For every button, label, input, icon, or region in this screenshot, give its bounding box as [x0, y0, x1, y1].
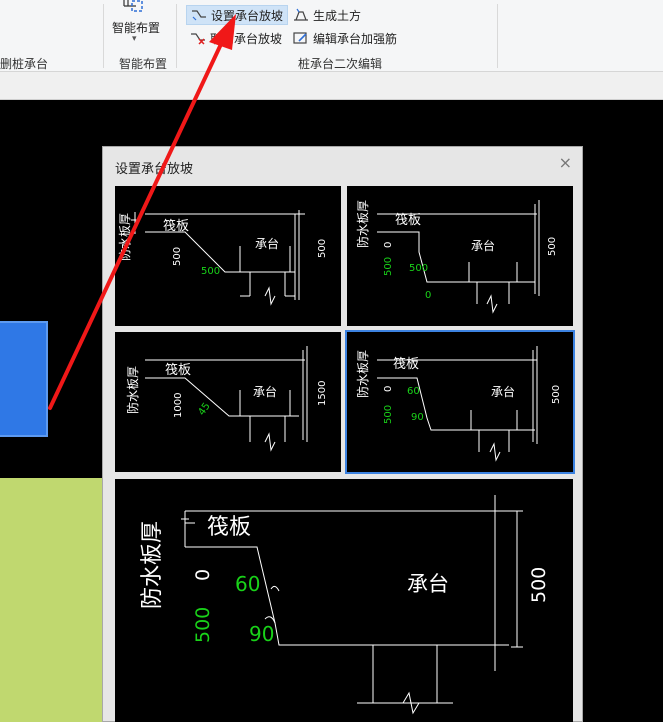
waterproof-label: 防水板厚	[117, 213, 132, 261]
cap-label: 承台	[491, 384, 515, 399]
cap-label: 承台	[471, 238, 495, 253]
dim-label: 0	[192, 569, 214, 581]
dim-label: 0	[383, 386, 394, 392]
raft-label: 筏板	[395, 212, 421, 228]
dialog-title: 设置承台放坡	[115, 162, 194, 177]
slope-preview-drawing: 防水板厚 筏板 承台 0 60 500 90 500	[140, 495, 550, 715]
cap-label: 承台	[407, 572, 449, 596]
cancel-slope-label: 取消承台放坡	[210, 31, 283, 46]
close-icon[interactable]: ×	[559, 155, 572, 171]
dim-label-green: 500	[383, 405, 394, 424]
chevron-down-icon: ▾	[132, 34, 137, 44]
slope-option-1[interactable]: 防水板厚 筏板 承台 500 500 500	[115, 186, 341, 326]
slope-icon	[192, 10, 206, 21]
toolbar-strip	[0, 72, 663, 100]
smart-layout-icon	[123, 0, 143, 12]
dim-label-green: 60	[235, 572, 260, 596]
dim-label: 500	[551, 385, 562, 404]
ribbon: 删桩承台 智能布置 ▾ 智能布置 设置承台放坡 取消承台放坡 生成土方 编辑承台…	[0, 0, 663, 72]
waterproof-label: 防水板厚	[355, 350, 370, 398]
smart-layout-button[interactable]: 智能布置 ▾	[104, 0, 168, 50]
edit-rebar-label: 编辑承台加强筋	[313, 31, 398, 46]
waterproof-label: 防水板厚	[140, 521, 165, 609]
set-slope-button[interactable]: 设置承台放坡	[186, 5, 289, 25]
dim-label-green: 500	[409, 263, 428, 274]
set-slope-label: 设置承台放坡	[211, 8, 284, 23]
generate-earthwork-button[interactable]: 生成土方	[289, 5, 365, 25]
slope-option-4-drawing: 防水板厚 筏板 承台 0 60 500 90 500	[355, 346, 562, 462]
slope-option-4[interactable]: 防水板厚 筏板 承台 0 60 500 90 500	[345, 330, 575, 474]
group-label-smart-layout: 智能布置	[119, 57, 168, 71]
dim-label-green: 500	[201, 266, 220, 277]
slope-option-2-drawing: 防水板厚 筏板 承台 0 500 500 0 500	[355, 200, 558, 314]
dim-label-green: 90	[411, 412, 424, 423]
group-separator	[497, 4, 498, 68]
raft-label: 筏板	[393, 356, 419, 372]
dim-label: 500	[528, 567, 550, 603]
raft-label: 筏板	[165, 362, 191, 378]
earthwork-icon	[294, 8, 308, 21]
slope-option-1-drawing: 防水板厚 筏板 承台 500 500 500	[117, 210, 328, 306]
set-slope-dialog: 设置承台放坡 × 防水板厚 筏板 承台 500 500 500 防水板厚 筏板 …	[102, 146, 583, 722]
dim-label-green: 500	[192, 607, 214, 643]
dim-label: 500	[172, 247, 183, 266]
dim-label: 500	[547, 237, 558, 256]
dim-label-green: 500	[383, 257, 394, 276]
dim-label: 0	[383, 242, 394, 248]
dim-label-green: 45	[196, 401, 212, 418]
selected-cap-object[interactable]	[0, 321, 48, 437]
slope-preview: 防水板厚 筏板 承台 0 60 500 90 500	[115, 479, 573, 722]
dim-label: 1500	[317, 381, 328, 406]
dim-label-green: 60	[407, 386, 420, 397]
cancel-slope-icon	[191, 33, 205, 45]
slope-option-3-drawing: 防水板厚 筏板 承台 1000 45 1500	[125, 346, 328, 452]
dim-label-green: 90	[249, 622, 274, 646]
group-label-secondary-edit: 桩承台二次编辑	[298, 57, 383, 71]
slope-option-3[interactable]: 防水板厚 筏板 承台 1000 45 1500	[115, 332, 341, 472]
edit-rebar-button[interactable]: 编辑承台加强筋	[289, 28, 401, 48]
cancel-slope-button[interactable]: 取消承台放坡	[186, 28, 286, 48]
dim-label: 500	[317, 239, 328, 258]
dim-label-green: 0	[425, 290, 431, 301]
edit-rebar-icon	[293, 32, 307, 44]
dim-label: 1000	[173, 393, 184, 418]
cap-label: 承台	[253, 384, 277, 399]
cap-label: 承台	[255, 236, 279, 251]
waterproof-label: 防水板厚	[125, 366, 140, 414]
raft-label: 筏板	[163, 218, 189, 234]
group-separator	[176, 4, 177, 68]
group-label-pile-cap: 删桩承台	[0, 57, 49, 71]
raft-label: 筏板	[207, 515, 251, 540]
waterproof-label: 防水板厚	[355, 200, 370, 248]
slope-option-2[interactable]: 防水板厚 筏板 承台 0 500 500 0 500	[347, 186, 573, 326]
generate-earthwork-label: 生成土方	[313, 8, 362, 23]
